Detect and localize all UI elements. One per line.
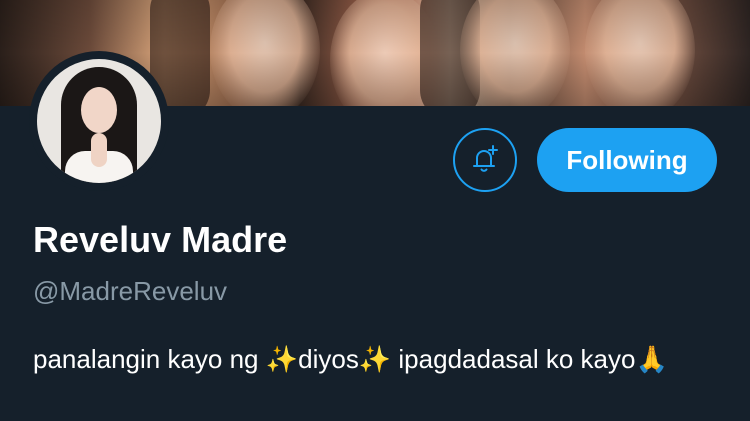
display-name: Reveluv Madre [33, 219, 288, 260]
bell-plus-icon [473, 145, 498, 172]
avatar-face [81, 87, 117, 133]
profile-bio: panalangin kayo ng ✨diyos✨ ipagdadasal k… [33, 344, 668, 374]
following-button[interactable]: Following [537, 128, 717, 192]
user-handle: @MadreReveluv [33, 276, 228, 306]
notifications-button[interactable] [453, 128, 517, 192]
avatar[interactable] [37, 59, 161, 183]
avatar-hands [91, 133, 107, 167]
